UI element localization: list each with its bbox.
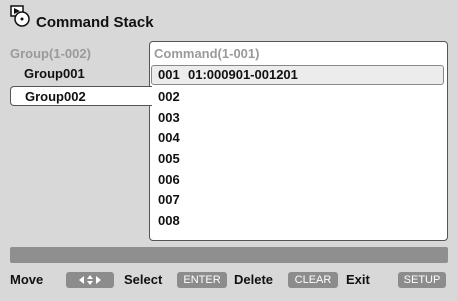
page-title: Command Stack — [36, 14, 154, 31]
group-item-001[interactable]: Group001 — [10, 64, 151, 84]
command-detail: 01:000901-001201 — [188, 67, 298, 82]
command-row-006[interactable]: 006 — [151, 170, 444, 190]
select-label: Select — [124, 272, 163, 287]
command-number: 006 — [158, 172, 180, 187]
group-list-header: Group(1-002) — [10, 46, 91, 61]
setup-key[interactable]: SETUP — [398, 272, 446, 288]
command-list-header: Command(1-001) — [154, 46, 260, 61]
disc-menu-icon — [10, 5, 30, 27]
group-item-002[interactable]: Group002 — [10, 86, 152, 106]
command-row-001[interactable]: 001 01:000901-001201 — [151, 65, 444, 85]
command-row-002[interactable]: 002 — [151, 87, 444, 107]
command-stack-screen: Command Stack Group(1-002) Group001 Grou… — [0, 0, 457, 301]
clear-key[interactable]: CLEAR — [288, 272, 338, 288]
key-guide-footer: Move Select ENTER Delete CLEAR Exit SETU… — [0, 270, 457, 290]
command-number: 005 — [158, 151, 180, 166]
command-row-008[interactable]: 008 — [151, 211, 444, 231]
command-number: 008 — [158, 213, 180, 228]
move-label: Move — [10, 272, 44, 287]
command-row-004[interactable]: 004 — [151, 128, 444, 148]
exit-label: Exit — [346, 272, 370, 287]
command-number: 003 — [158, 110, 180, 125]
enter-key[interactable]: ENTER — [177, 272, 227, 288]
command-row-007[interactable]: 007 — [151, 190, 444, 210]
command-number: 004 — [158, 130, 180, 145]
command-number: 002 — [158, 89, 180, 104]
status-bar — [10, 247, 448, 263]
command-number: 007 — [158, 192, 180, 207]
four-way-arrow-icon[interactable] — [66, 272, 114, 288]
delete-label: Delete — [234, 272, 274, 287]
command-row-005[interactable]: 005 — [151, 149, 444, 169]
command-number: 001 — [158, 67, 180, 82]
command-row-003[interactable]: 003 — [151, 108, 444, 128]
